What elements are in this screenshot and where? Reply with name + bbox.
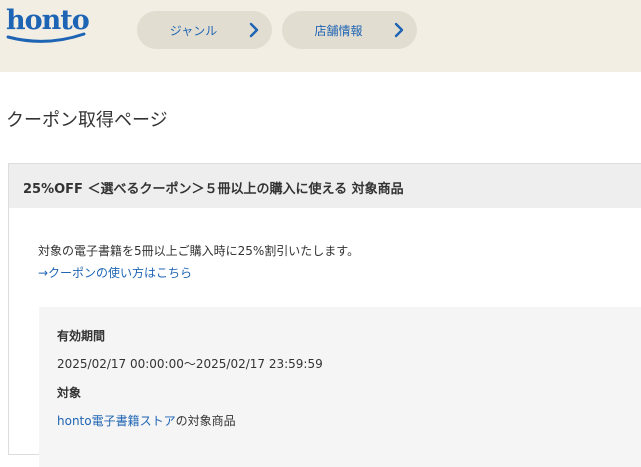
target-suffix: の対象商品: [175, 414, 236, 428]
target-value: honto電子書籍ストアの対象商品: [57, 412, 236, 429]
chevron-right-icon: [249, 22, 259, 38]
nav-store-info-button[interactable]: 店舗情報: [282, 11, 417, 49]
nav-genre-label: ジャンル: [169, 23, 218, 38]
page-title: クーポン取得ページ: [6, 110, 168, 131]
coupon-card: 25%OFF ＜選べるクーポン＞５冊以上の購入に使える 対象商品 対象の電子書籍…: [8, 163, 641, 467]
site-header: honto ジャンル 店舗情報: [0, 0, 641, 72]
coupon-howto-link[interactable]: →クーポンの使い方はこちら: [38, 264, 192, 281]
coupon-title: 25%OFF ＜選べるクーポン＞５冊以上の購入に使える 対象商品: [23, 182, 404, 197]
ebook-store-link[interactable]: honto電子書籍ストア: [57, 414, 176, 428]
nav-store-info-label: 店舗情報: [314, 23, 363, 38]
chevron-right-icon: [394, 22, 404, 38]
logo-swoosh-icon: [6, 32, 86, 43]
coupon-description: 対象の電子書籍を5冊以上ご購入時に25%割引いたします。: [38, 244, 360, 258]
honto-logo[interactable]: honto: [6, 6, 90, 50]
target-label: 対象: [57, 386, 82, 400]
validity-period-label: 有効期間: [57, 329, 106, 343]
coupon-header: 25%OFF ＜選べるクーポン＞５冊以上の購入に使える 対象商品: [9, 164, 641, 208]
nav-genre-button[interactable]: ジャンル: [137, 11, 272, 49]
validity-period-value: 2025/02/17 00:00:00～2025/02/17 23:59:59: [57, 357, 323, 371]
coupon-details-panel: 有効期間 2025/02/17 00:00:00～2025/02/17 23:5…: [39, 307, 641, 467]
